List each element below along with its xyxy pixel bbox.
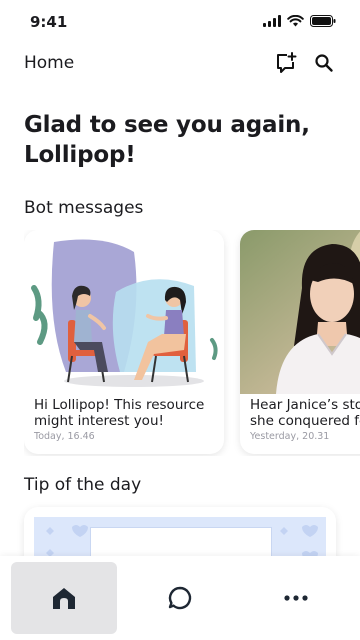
wifi-icon xyxy=(287,15,304,27)
card-illustration xyxy=(24,230,224,394)
bottom-navigation xyxy=(0,556,360,640)
nav-more[interactable] xyxy=(243,562,349,634)
nav-home[interactable] xyxy=(11,562,117,634)
card-title: Hear Janice’s story on how she conquered… xyxy=(250,397,360,429)
cellular-signal-icon xyxy=(263,15,281,27)
page-title: Home xyxy=(24,53,75,73)
add-chat-icon xyxy=(277,52,297,73)
status-bar: 9:41 xyxy=(0,0,360,44)
status-icons xyxy=(263,15,336,27)
card-timestamp: Yesterday, 20.31 xyxy=(250,431,330,442)
app-bar: Home xyxy=(0,44,360,84)
more-dots-icon xyxy=(284,595,308,601)
tip-of-the-day-title: Tip of the day xyxy=(24,475,142,495)
card-title: Hi Lollipop! This resource might interes… xyxy=(34,397,205,429)
app-actions xyxy=(274,51,336,75)
nav-chat[interactable] xyxy=(127,562,233,634)
card-timestamp: Today, 16.46 xyxy=(34,431,95,442)
status-time: 9:41 xyxy=(30,13,68,31)
bot-messages-carousel[interactable]: Hi Lollipop! This resource might interes… xyxy=(24,230,360,456)
bot-message-card[interactable]: Hear Janice’s story on how she conquered… xyxy=(240,230,360,454)
home-icon xyxy=(53,588,75,609)
bot-messages-title: Bot messages xyxy=(24,198,144,218)
search-button[interactable] xyxy=(312,51,336,75)
card-photo xyxy=(240,230,360,394)
new-chat-button[interactable] xyxy=(274,51,298,75)
search-icon xyxy=(315,54,333,72)
bot-message-card[interactable]: Hi Lollipop! This resource might interes… xyxy=(24,230,224,454)
greeting-heading: Glad to see you again, Lollipop! xyxy=(24,112,310,168)
chat-bubble-icon xyxy=(168,586,192,610)
battery-icon xyxy=(310,15,336,27)
